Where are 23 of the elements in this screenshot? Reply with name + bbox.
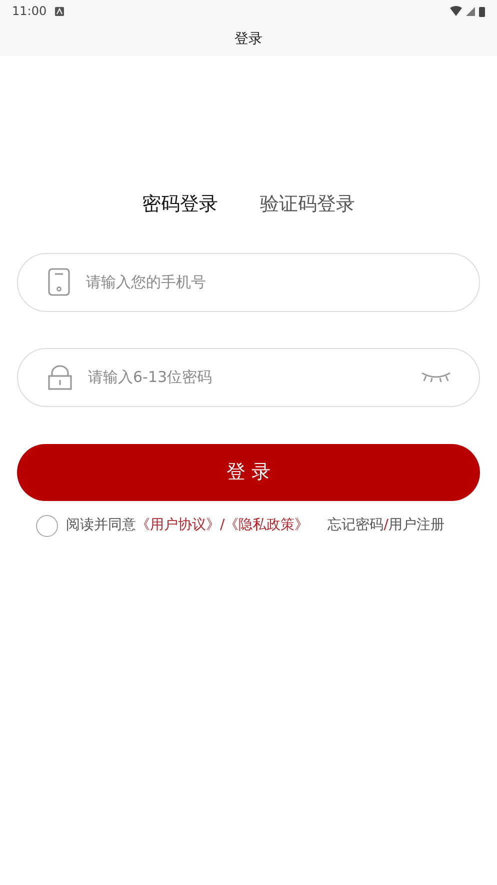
login-tab[interactable]: 验证码登录 bbox=[260, 190, 355, 218]
agreement-text: 阅读并同意《用户协议》/《隐私政策》 bbox=[66, 516, 309, 535]
status-time: 11:00 bbox=[12, 3, 47, 20]
phone-field[interactable]: 请输入您的手机号 bbox=[84, 270, 451, 294]
phone-icon bbox=[48, 268, 70, 296]
input-field[interactable]: 请输入您的手机号 bbox=[17, 252, 480, 312]
login-button[interactable]: 登 录 bbox=[17, 444, 480, 500]
password-field[interactable]: 请输入6-13位密码 bbox=[86, 364, 407, 390]
agree-checkbox[interactable] bbox=[36, 514, 58, 536]
link-text[interactable]: 忘记密码 bbox=[328, 515, 384, 536]
signal-icon bbox=[466, 6, 475, 16]
link-text[interactable]: 用户注册 bbox=[388, 515, 444, 536]
login-tab[interactable]: 密码登录 bbox=[142, 190, 218, 218]
notification-icon bbox=[54, 6, 64, 16]
closed-eye-icon[interactable] bbox=[421, 371, 451, 383]
wifi-icon bbox=[450, 6, 462, 16]
battery-icon bbox=[479, 6, 485, 16]
agreement-link[interactable]: 《用户协议》 bbox=[136, 517, 220, 533]
input-field[interactable]: 请输入6-13位密码 bbox=[17, 348, 480, 406]
agreement-link[interactable]: 《隐私政策》 bbox=[224, 517, 309, 533]
page-title: 登录 bbox=[234, 30, 262, 48]
separator-text: / bbox=[384, 516, 388, 535]
lock-icon bbox=[48, 364, 72, 390]
